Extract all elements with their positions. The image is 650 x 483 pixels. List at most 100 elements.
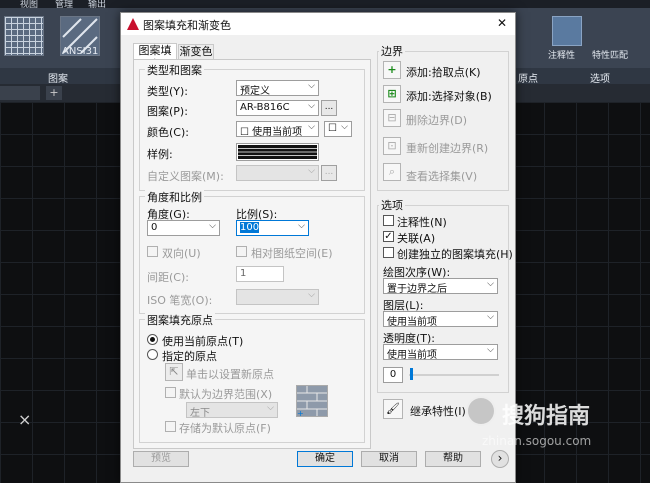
chevron-down-icon: ⌵ <box>209 221 216 231</box>
set-origin-button[interactable]: ⇱ <box>165 363 183 381</box>
menu-manage[interactable]: 管理 <box>55 0 73 8</box>
inherit-properties-label[interactable]: 继承特性(I) <box>410 403 466 419</box>
transparency-slider-track[interactable] <box>409 374 499 376</box>
watermark-brand: 搜狗指南 <box>502 404 591 429</box>
add-objects-icon: ⊞ <box>387 87 397 100</box>
color-dropdown[interactable]: ☐ 使用当前项 ⌵ <box>236 121 319 137</box>
store-default-label: 存储为默认原点(F) <box>179 422 271 435</box>
type-dropdown[interactable]: 预定义 ⌵ <box>236 80 319 96</box>
magnifier-icon: ⌕ <box>388 165 396 178</box>
add-select-objects-label[interactable]: 添加:选择对象(B) <box>406 88 492 104</box>
background-color-dropdown[interactable]: ☐ ⌵ <box>324 121 352 137</box>
chevron-down-icon: ⌵ <box>487 312 494 322</box>
menu-output[interactable]: 输出 <box>88 0 106 8</box>
watermark-url: zhinan.sogou.com <box>482 434 592 448</box>
iso-pen-label: ISO 笔宽(O): <box>147 294 213 307</box>
double-checkbox[interactable] <box>147 246 158 257</box>
annotative-label: 注释性(N) <box>397 216 447 229</box>
specified-origin-label: 指定的原点 <box>162 350 217 363</box>
tab-hatch[interactable]: 图案填充 <box>133 43 177 71</box>
remove-boundary-label[interactable]: 删除边界(D) <box>406 112 467 128</box>
associative-label: 关联(A) <box>397 232 436 245</box>
chevron-down-icon: ⌵ <box>298 221 305 231</box>
annotative-ribbon-button[interactable] <box>552 16 582 46</box>
pattern-browse-button[interactable]: ... <box>321 100 337 116</box>
ok-button[interactable]: 确定 <box>297 451 353 467</box>
origin-preview: + <box>296 385 328 418</box>
pattern-swatch-preview[interactable] <box>236 143 319 161</box>
recreate-boundary-label[interactable]: 重新创建边界(R) <box>406 140 488 156</box>
close-icon[interactable]: ✕ <box>497 16 507 30</box>
view-selection-button[interactable]: ⌕ <box>383 163 401 181</box>
chevron-down-icon: ⌵ <box>308 290 315 300</box>
ribbon-panel-pattern: 图案 <box>48 74 68 85</box>
default-extents-checkbox[interactable] <box>165 387 176 398</box>
relative-paper-checkbox[interactable] <box>236 246 247 257</box>
default-extents-label: 默认为边界范围(X) <box>179 388 273 401</box>
sogou-logo-icon <box>466 396 496 426</box>
type-pattern-label: 类型和图案 <box>145 62 204 78</box>
cancel-button[interactable]: 取消 <box>361 451 417 467</box>
click-set-origin-label: 单击以设置新原点 <box>186 368 274 381</box>
tab-gradient[interactable]: 渐变色 <box>178 44 214 60</box>
pattern-dropdown[interactable]: AR-B816C ⌵ <box>236 100 319 116</box>
layer-dropdown[interactable]: 使用当前项 ⌵ <box>383 311 498 327</box>
annotative-checkbox[interactable] <box>383 215 394 226</box>
ribbon-panel-options[interactable]: 选项 <box>590 70 610 85</box>
hatch-gradient-dialog: 图案填充和渐变色 ✕ 图案填充 渐变色 类型和图案 类型(Y): 预定义⌵ 图案… <box>120 12 516 483</box>
pattern-swatch-grid[interactable] <box>4 16 44 56</box>
use-current-origin-label: 使用当前原点(T) <box>162 335 244 348</box>
chevron-down-icon: ⌵ <box>308 122 315 132</box>
brush-icon: 🖌 <box>386 402 400 415</box>
iso-pen-dropdown[interactable]: ⌵ <box>236 289 319 305</box>
chevron-down-icon: ⌵ <box>267 403 274 413</box>
relative-paper-label: 相对图纸空间(E) <box>251 247 333 260</box>
file-tab[interactable] <box>0 86 40 100</box>
custom-pattern-label: 自定义图案(M): <box>147 170 224 183</box>
ucs-marker: × <box>18 410 32 429</box>
dialog-title: 图案填充和渐变色 <box>143 19 231 32</box>
angle-dropdown[interactable]: 0 ⌵ <box>147 220 220 236</box>
annotative-ribbon-label: 注释性 <box>548 51 576 61</box>
spacing-label: 间距(C): <box>147 271 189 284</box>
menu-view[interactable]: 视图 <box>20 0 38 8</box>
specified-origin-radio[interactable] <box>147 349 158 360</box>
dialog-titlebar: 图案填充和渐变色 ✕ <box>121 13 515 35</box>
inherit-properties-button[interactable]: 🖌 <box>383 399 403 419</box>
draw-order-dropdown[interactable]: 置于边界之后 ⌵ <box>383 278 498 294</box>
chevron-down-icon: ⌵ <box>308 81 315 91</box>
add-pick-points-button[interactable]: + <box>383 61 401 79</box>
match-ribbon-label: 特性匹配 <box>592 51 629 61</box>
remove-boundary-button[interactable]: ⊟ <box>383 109 401 127</box>
view-selection-label[interactable]: 查看选择集(V) <box>406 168 477 184</box>
chevron-down-icon: ⌵ <box>341 122 348 132</box>
transparency-value-input[interactable]: 0 <box>383 367 403 383</box>
ribbon-panel-origin[interactable]: 原点 <box>518 70 538 85</box>
brick-pattern-icon <box>238 145 317 159</box>
pattern-label: 图案(P): <box>147 105 188 118</box>
svg-text:+: + <box>297 409 304 416</box>
transparency-dropdown[interactable]: 使用当前项 ⌵ <box>383 344 498 360</box>
help-button[interactable]: 帮助 <box>425 451 481 467</box>
chevron-down-icon: ⌵ <box>308 166 315 176</box>
store-default-checkbox[interactable] <box>165 421 176 432</box>
add-select-objects-button[interactable]: ⊞ <box>383 85 401 103</box>
top-menu-bar: 视图 管理 输出 <box>0 0 650 8</box>
custom-pattern-dropdown[interactable]: ⌵ <box>236 165 319 181</box>
origin-position-dropdown[interactable]: 左下 ⌵ <box>186 402 278 418</box>
add-pick-points-label[interactable]: 添加:拾取点(K) <box>406 64 481 80</box>
chevron-down-icon: ⌵ <box>487 279 494 289</box>
more-options-button[interactable]: › <box>491 450 509 468</box>
angle-scale-label: 角度和比例 <box>145 189 204 205</box>
swatch-label: 样例: <box>147 148 173 161</box>
separate-hatch-checkbox[interactable] <box>383 247 394 258</box>
recreate-boundary-button[interactable]: ⊡ <box>383 137 401 155</box>
associative-checkbox[interactable]: ✓ <box>383 231 394 242</box>
spacing-input[interactable]: 1 <box>236 266 284 282</box>
use-current-origin-radio[interactable] <box>147 334 158 345</box>
scale-dropdown[interactable]: 100 ⌵ <box>236 220 309 236</box>
custom-browse-button[interactable]: ... <box>321 165 337 181</box>
transparency-slider-thumb[interactable] <box>410 368 413 380</box>
new-tab-button[interactable]: + <box>46 86 62 100</box>
preview-button[interactable]: 预览 <box>133 451 189 467</box>
